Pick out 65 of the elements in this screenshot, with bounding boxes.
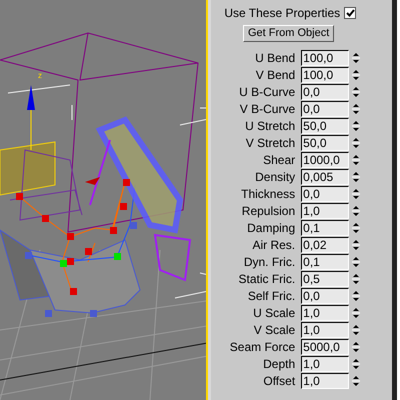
value-field[interactable]: 0,1 bbox=[301, 254, 350, 270]
spinner-icon[interactable] bbox=[352, 102, 360, 116]
field-label: V Bend bbox=[254, 67, 296, 83]
field-label: Thickness bbox=[240, 186, 296, 202]
spinner-icon[interactable] bbox=[352, 221, 360, 235]
field-label: Self Fric. bbox=[246, 288, 296, 304]
value-field[interactable]: 0,0 bbox=[301, 288, 350, 304]
spinner-icon[interactable] bbox=[352, 340, 360, 354]
field-label: V Scale bbox=[252, 322, 296, 338]
spinner-icon[interactable] bbox=[352, 289, 360, 303]
value-field[interactable]: 100,0 bbox=[301, 67, 350, 83]
spinner-icon[interactable] bbox=[352, 51, 360, 65]
spinner-icon[interactable] bbox=[352, 187, 360, 201]
value-field[interactable]: 50,0 bbox=[301, 118, 350, 134]
field-label: U Bend bbox=[254, 50, 296, 66]
field-label: V B-Curve bbox=[238, 101, 296, 117]
field-label: Shear bbox=[262, 152, 296, 168]
value-field[interactable]: 0,02 bbox=[301, 237, 350, 253]
field-label: Seam Force bbox=[228, 339, 296, 355]
use-properties-checkbox[interactable] bbox=[344, 7, 356, 19]
field-label: U B-Curve bbox=[238, 84, 296, 100]
value-field[interactable]: 0,5 bbox=[301, 271, 350, 287]
field-label: U Stretch bbox=[244, 118, 296, 134]
value-field[interactable]: 0,0 bbox=[301, 186, 350, 202]
value-field[interactable]: 0,0 bbox=[301, 101, 350, 117]
value-field[interactable]: 1,0 bbox=[301, 305, 350, 321]
spinner-icon[interactable] bbox=[352, 306, 360, 320]
field-label: Dyn. Fric. bbox=[242, 254, 296, 270]
spinner-icon[interactable] bbox=[352, 85, 360, 99]
spinner-icon[interactable] bbox=[352, 238, 360, 252]
field-label: Offset bbox=[262, 373, 296, 389]
spinner-icon[interactable] bbox=[352, 136, 360, 150]
spinner-icon[interactable] bbox=[352, 323, 360, 337]
check-icon bbox=[346, 9, 355, 17]
spinner-icon[interactable] bbox=[352, 357, 360, 371]
field-label: U Scale bbox=[252, 305, 296, 321]
spinner-icon[interactable] bbox=[352, 119, 360, 133]
value-field[interactable]: 0,0 bbox=[301, 84, 350, 100]
field-label: Density bbox=[254, 169, 296, 185]
value-field[interactable]: 1,0 bbox=[301, 373, 350, 389]
field-label: Air Res. bbox=[251, 237, 296, 253]
spinner-icon[interactable] bbox=[352, 68, 360, 82]
spinner-icon[interactable] bbox=[352, 255, 360, 269]
axis-label: z bbox=[38, 72, 42, 80]
value-field[interactable]: 1000,0 bbox=[301, 152, 350, 168]
value-field[interactable]: 0,1 bbox=[301, 220, 350, 236]
value-field[interactable]: 1,0 bbox=[301, 322, 350, 338]
field-label: Depth bbox=[262, 356, 296, 372]
value-field[interactable]: 0,005 bbox=[301, 169, 350, 185]
field-label: Static Fric. bbox=[237, 271, 296, 287]
spinner-icon[interactable] bbox=[352, 272, 360, 286]
checkbox-label: Use These Properties bbox=[224, 5, 340, 21]
field-label: Repulsion bbox=[240, 203, 296, 219]
value-field[interactable]: 5000,0 bbox=[301, 339, 350, 355]
field-label: Damping bbox=[246, 220, 296, 236]
get-from-object-button[interactable]: Get From Object bbox=[243, 25, 334, 42]
field-label: V Stretch bbox=[244, 135, 296, 151]
spinner-icon[interactable] bbox=[352, 170, 360, 184]
spinner-icon[interactable] bbox=[352, 204, 360, 218]
spinner-icon[interactable] bbox=[352, 153, 360, 167]
value-field[interactable]: 1,0 bbox=[301, 203, 350, 219]
value-field[interactable]: 100,0 bbox=[301, 50, 350, 66]
value-field[interactable]: 50,0 bbox=[301, 135, 350, 151]
spinner-icon[interactable] bbox=[352, 374, 360, 388]
value-field[interactable]: 1,0 bbox=[301, 356, 350, 372]
